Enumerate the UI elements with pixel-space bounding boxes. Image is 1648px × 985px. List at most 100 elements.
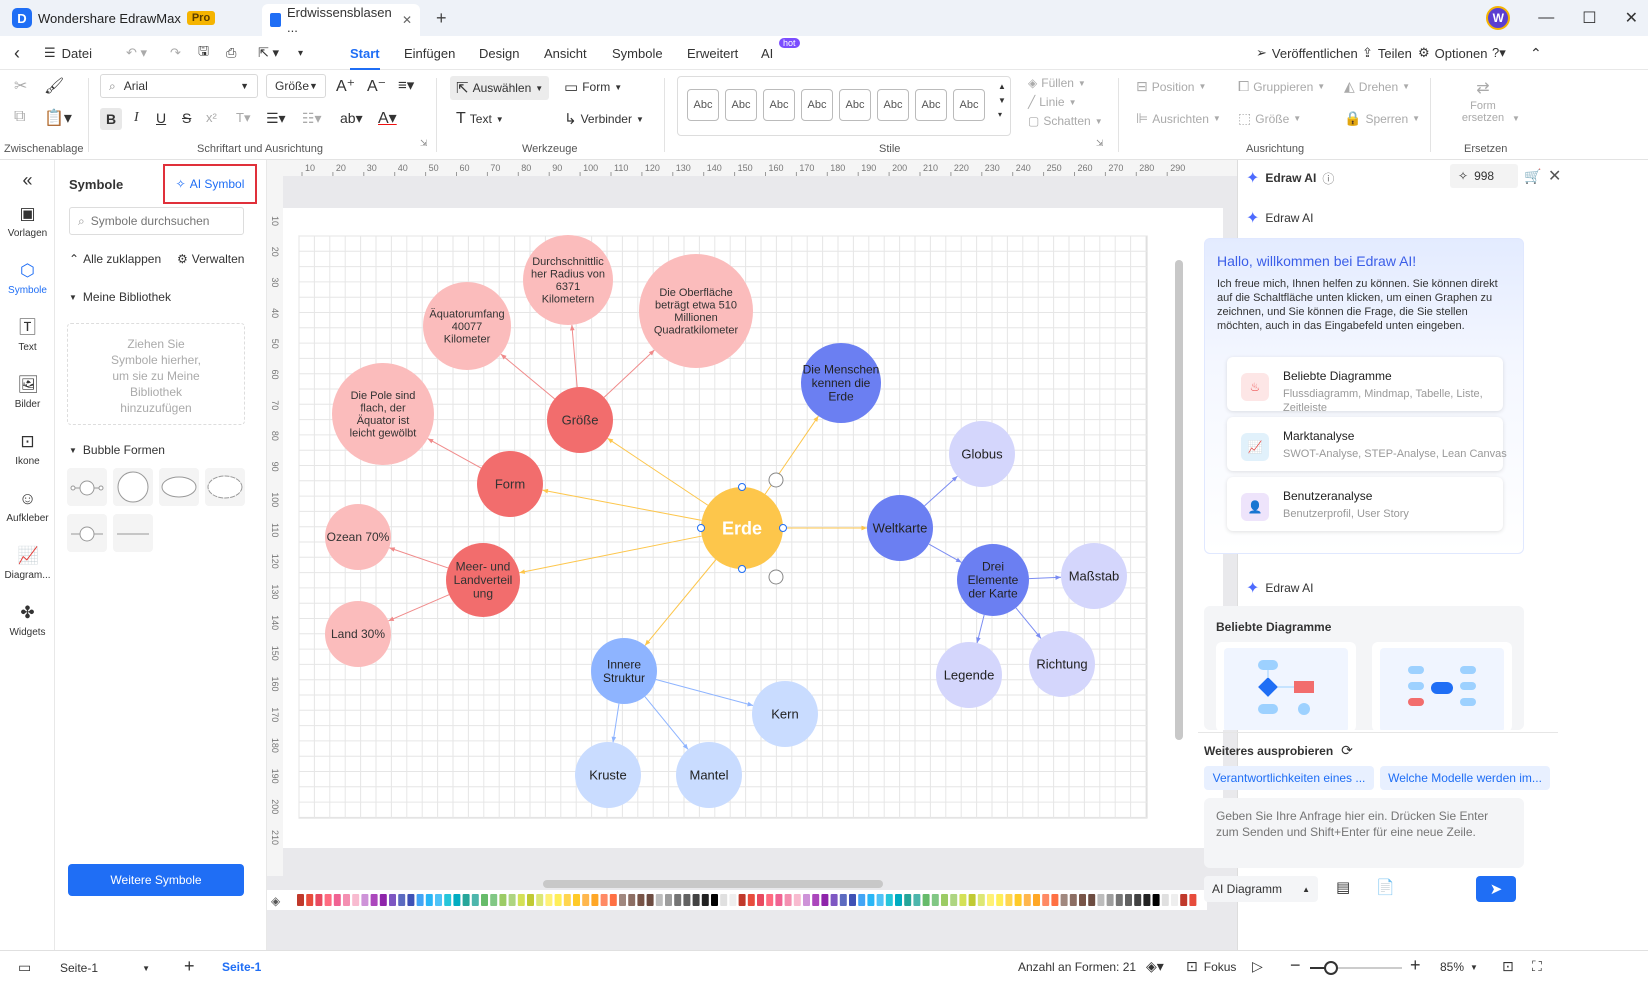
palette-swatch[interactable] — [996, 894, 1004, 906]
palette-swatch[interactable] — [352, 894, 360, 906]
resize-handle[interactable] — [738, 483, 746, 491]
paint-bucket-icon[interactable]: ◈ — [271, 894, 281, 908]
refresh-icon[interactable]: ⟳ — [1341, 742, 1353, 759]
expand-dialog-icon[interactable]: ⇲ — [420, 138, 428, 149]
palette-swatch[interactable] — [324, 894, 332, 906]
bubble-shape-ellipse[interactable] — [159, 468, 199, 506]
back-button[interactable]: ‹ — [14, 36, 20, 70]
my-library-header[interactable]: ▼ Meine Bibliothek — [69, 290, 171, 304]
size-button[interactable]: ⬚ Größe ▼ — [1238, 110, 1301, 127]
palette-swatch[interactable] — [435, 894, 442, 906]
rail-item-icons[interactable]: ⊡ Ikone — [0, 432, 55, 467]
select-tool[interactable]: ⇱ Auswählen ▼ — [450, 76, 550, 100]
bubble-node-globus[interactable]: Globus — [949, 421, 1015, 487]
palette-swatch[interactable] — [692, 894, 700, 906]
palette-swatch[interactable] — [554, 894, 562, 906]
bubble-shape-cloud[interactable] — [205, 468, 245, 506]
palette-swatch[interactable] — [637, 894, 645, 906]
palette-swatch[interactable] — [885, 894, 893, 906]
fill-button[interactable]: ◈ Füllen ▼ — [1028, 76, 1086, 90]
quick-access-dropdown-icon[interactable]: ▾ — [298, 36, 303, 70]
publish-button[interactable]: ➢ Veröffentlichen — [1256, 36, 1358, 70]
ai-credits[interactable]: ✧ 998 — [1450, 164, 1518, 188]
zoom-level-select[interactable]: 85% ▼ — [1440, 960, 1478, 974]
palette-swatch[interactable] — [517, 894, 525, 906]
lock-button[interactable]: 🔒 Sperren ▼ — [1344, 110, 1420, 127]
palette-swatch[interactable] — [1079, 894, 1086, 906]
resize-handle[interactable] — [779, 524, 787, 532]
zoom-slider-thumb[interactable] — [1324, 961, 1338, 975]
palette-swatch[interactable] — [968, 894, 976, 906]
palette-swatch[interactable] — [720, 894, 728, 906]
palette-swatch[interactable] — [343, 894, 350, 906]
tab-einfuegen[interactable]: Einfügen — [404, 36, 455, 70]
line-button[interactable]: ╱ Linie ▼ — [1028, 95, 1077, 109]
bubble-node-weltkarte[interactable]: Weltkarte — [867, 495, 933, 561]
palette-swatch[interactable] — [729, 894, 737, 906]
bubble-node-aequator[interactable]: Äquatorumfang 40077 Kilometer — [423, 282, 511, 370]
palette-swatch[interactable] — [527, 894, 534, 906]
italic-button[interactable]: I — [134, 110, 139, 126]
resize-handle[interactable] — [697, 524, 705, 532]
palette-swatch[interactable] — [867, 894, 875, 906]
palette-swatch[interactable] — [1033, 894, 1040, 906]
print-icon[interactable]: ⎙ — [226, 36, 236, 70]
bubble-node-innere[interactable]: Innere Struktur — [591, 638, 657, 704]
rotate-button[interactable]: ◭ Drehen ▼ — [1344, 78, 1410, 95]
suggestion-chip[interactable]: Verantwortlichkeiten eines ... — [1204, 766, 1374, 790]
palette-swatch[interactable] — [1060, 894, 1068, 906]
resize-handle[interactable] — [738, 565, 746, 573]
palette-swatch[interactable] — [389, 894, 396, 906]
save-icon[interactable]: 🖫 — [198, 36, 209, 70]
bubble-node-center[interactable]: Erde — [701, 487, 783, 569]
palette-swatch[interactable] — [462, 894, 470, 906]
bubble-node-pole[interactable]: Die Pole sind flach, der Äquator ist leicht… — [332, 363, 434, 465]
palette-swatch[interactable] — [1125, 894, 1132, 906]
palette-swatch[interactable] — [1161, 894, 1169, 906]
copy-icon[interactable]: ⧉ — [14, 108, 25, 126]
replace-shape-button[interactable]: ⇄ Form ersetzen — [1458, 78, 1508, 124]
close-window-button[interactable]: ✕ — [1625, 8, 1638, 28]
vertical-scrollbar[interactable] — [1175, 260, 1183, 740]
bubble-node-land[interactable]: Land 30% — [325, 601, 391, 667]
share-button[interactable]: ⇪ Teilen — [1362, 36, 1412, 70]
zoom-slider[interactable] — [1310, 961, 1402, 975]
palette-swatch[interactable] — [1189, 894, 1197, 906]
palette-swatch[interactable] — [1088, 894, 1096, 906]
gallery-scroll-icon[interactable]: ▲ ▼ ▾ — [998, 80, 1006, 122]
font-color-icon[interactable]: A▾ — [378, 108, 397, 128]
palette-swatch[interactable] — [545, 894, 553, 906]
bubble-node-groesse[interactable]: Größe — [547, 387, 613, 453]
palette-swatch[interactable] — [315, 894, 323, 906]
zoom-in-button[interactable]: + — [1410, 955, 1421, 976]
bubble-node-massstab[interactable]: Maßstab — [1061, 543, 1127, 609]
palette-swatch[interactable] — [775, 894, 783, 906]
decrease-font-icon[interactable]: A⁻ — [367, 76, 386, 96]
rail-item-diagrams[interactable]: 📈 Diagram... — [0, 546, 55, 581]
play-icon[interactable]: ▷ — [1252, 958, 1263, 975]
palette-swatch[interactable] — [812, 894, 820, 906]
page-list-icon[interactable]: ▭ — [18, 959, 31, 976]
palette-swatch[interactable] — [876, 894, 884, 906]
palette-swatch[interactable] — [306, 894, 314, 906]
undo-icon[interactable]: ↶ ▾ — [126, 36, 147, 70]
bubble-shapes-header[interactable]: ▼ Bubble Formen — [69, 443, 165, 457]
ai-card-user[interactable]: 👤 Benutzeranalyse Benutzerprofil, User S… — [1227, 477, 1503, 531]
collapse-up-icon[interactable] — [768, 569, 784, 585]
palette-swatch[interactable] — [361, 894, 369, 906]
palette-swatch[interactable] — [1171, 894, 1178, 906]
palette-swatch[interactable] — [481, 894, 488, 906]
bubble-node-ozean[interactable]: Ozean 70% — [325, 504, 391, 570]
palette-swatch[interactable] — [959, 894, 967, 906]
palette-swatch[interactable] — [757, 894, 764, 906]
style-sample[interactable]: Abc — [687, 89, 719, 121]
palette-swatch[interactable] — [977, 894, 985, 906]
align-text-icon[interactable]: ≡▾ — [398, 76, 414, 94]
text-format-icon[interactable]: T▾ — [236, 110, 250, 126]
template-icon[interactable]: ▤ — [1336, 878, 1350, 896]
symbol-search[interactable]: ⌕ — [69, 207, 244, 235]
palette-swatch[interactable] — [563, 894, 571, 906]
options-button[interactable]: ⚙ Optionen — [1418, 36, 1487, 70]
strikethrough-button[interactable]: S — [182, 110, 191, 126]
palette-swatch[interactable] — [793, 894, 801, 906]
